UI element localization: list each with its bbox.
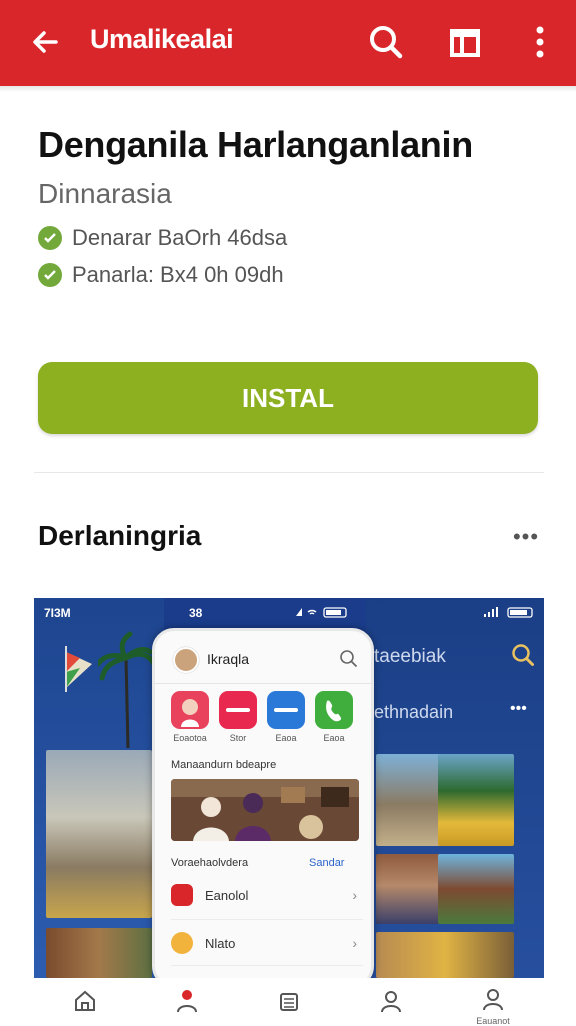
street-photo	[46, 928, 152, 978]
app-label: Eaoa	[275, 733, 297, 743]
profile-icon	[378, 988, 404, 1019]
feature-label: Panarla: Bx4 0h 09dh	[72, 262, 284, 287]
village-photo	[438, 854, 514, 924]
more-horiz-icon: •••	[510, 700, 527, 717]
library-icon	[276, 988, 302, 1019]
flag-graphic	[62, 642, 96, 692]
more-vert-icon[interactable]	[518, 20, 562, 64]
nav-home[interactable]	[34, 978, 136, 1024]
see-all-link: Sandar	[309, 857, 345, 869]
app-tile	[267, 691, 305, 729]
nav-account[interactable]: Eauanot	[442, 978, 544, 1026]
developer-name[interactable]: Dinnarasia	[38, 178, 172, 210]
nav-label: Eauanot	[476, 1016, 510, 1026]
app-screenshot[interactable]: 7I3M 38 taeebiak ethnadain ••• Ikraqla E…	[34, 598, 544, 978]
check-circle-icon	[38, 263, 62, 287]
status-time: 7I3M	[44, 606, 71, 620]
section-title: Derlaningria	[38, 520, 202, 551]
chevron-right-icon: ›	[352, 935, 357, 951]
search-icon	[510, 642, 536, 668]
app-name: Denganila Harlanganlanin	[38, 124, 473, 165]
app-bar: Umalikealai	[0, 0, 576, 86]
recommend-label: Voraehaolvdera	[171, 857, 249, 869]
divider	[34, 472, 544, 473]
list-item-label: Nlato	[205, 935, 236, 951]
nav-library[interactable]	[238, 978, 340, 1024]
bottom-navigation: Eauanot	[34, 978, 544, 1026]
app-label: Eaoa	[323, 733, 345, 743]
feature-label: Denarar BaOrh 46dsa	[72, 225, 288, 250]
check-circle-icon	[38, 226, 62, 250]
divider	[171, 965, 363, 966]
phone-section-label: Manaandurn bdeapre	[171, 759, 277, 771]
search-icon[interactable]	[364, 20, 408, 64]
right-panel-subtitle: ethnadain	[374, 702, 454, 722]
featured-banner	[171, 779, 359, 841]
status-mid: 38	[189, 606, 203, 620]
list-item: Nlato ›	[165, 923, 363, 963]
notifications-icon	[174, 988, 200, 1019]
palm-tree-image	[95, 628, 157, 749]
list-item-icon	[171, 932, 193, 954]
list-item-icon	[171, 884, 193, 906]
portrait-photo	[438, 754, 514, 846]
app-tile	[219, 691, 257, 729]
app-tile	[171, 691, 209, 729]
list-item: Eanolol ›	[165, 875, 363, 915]
home-icon	[72, 988, 98, 1019]
feature-item: Panarla: Bx4 0h 09dh	[38, 262, 284, 288]
chevron-right-icon: ›	[352, 887, 357, 903]
account-icon	[480, 988, 506, 1015]
app-label: Stor	[229, 733, 247, 743]
app-label: Eoaotoa	[173, 733, 207, 743]
divider	[171, 919, 363, 920]
divider	[155, 683, 371, 684]
app-tile	[315, 691, 353, 729]
phone-mockup: Ikraqla Eoaotoa Stor Eaoa Eaoa Manaandur…	[152, 628, 374, 978]
open-tab-icon[interactable]	[444, 20, 488, 64]
feature-item: Denarar BaOrh 46dsa	[38, 225, 287, 251]
phone-title: Ikraqla	[207, 651, 250, 667]
arrow-back-icon[interactable]	[26, 22, 66, 62]
market-photo	[376, 932, 514, 978]
building-photo	[46, 750, 152, 918]
right-panel-title: taeebiak	[374, 646, 446, 667]
nav-profile[interactable]	[340, 978, 442, 1024]
search-icon	[339, 649, 359, 669]
nav-notifications[interactable]	[136, 978, 238, 1024]
status-icons	[294, 606, 350, 621]
list-item-label: Eanolol	[205, 887, 249, 903]
status-icons-right	[482, 606, 538, 621]
app-bar-shadow	[0, 86, 576, 92]
more-horiz-icon[interactable]: •••	[508, 520, 544, 554]
app-bar-title: Umalikealai	[90, 24, 234, 54]
install-button[interactable]: INSTAL	[38, 362, 538, 434]
avatar	[173, 647, 199, 673]
